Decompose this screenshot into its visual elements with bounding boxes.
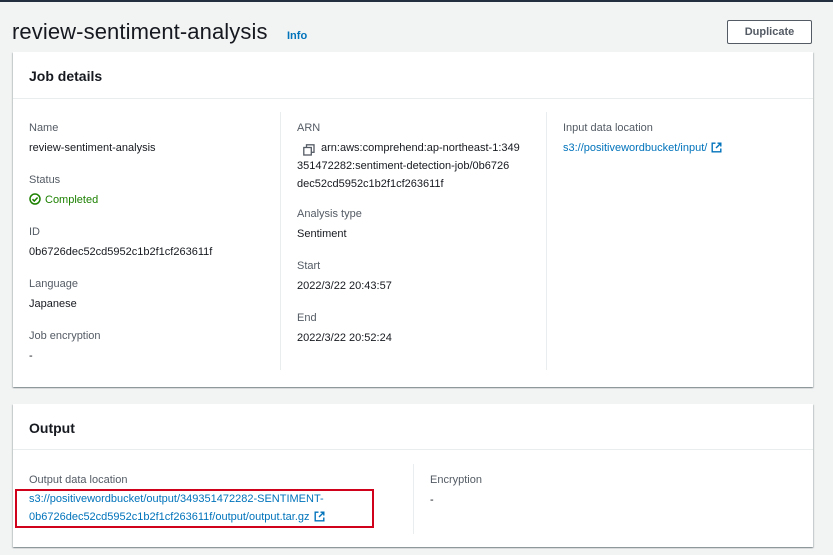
- output-header: Output: [13, 404, 813, 450]
- language-value: Japanese: [29, 298, 77, 310]
- page-title: review-sentiment-analysis: [12, 19, 268, 44]
- name-label: Name: [29, 122, 59, 134]
- start-value: 2022/3/22 20:43:57: [297, 280, 392, 292]
- column-divider-1: [280, 112, 281, 370]
- language-label: Language: [29, 278, 78, 290]
- analysis-type-value: Sentiment: [297, 228, 347, 240]
- end-label: End: [297, 312, 317, 324]
- external-link-icon: [711, 141, 722, 159]
- copy-icon: [303, 144, 315, 156]
- info-link[interactable]: Info: [287, 30, 307, 42]
- job-encryption-value: -: [29, 350, 33, 362]
- start-label: Start: [297, 260, 321, 272]
- copy-arn-button[interactable]: [303, 143, 315, 156]
- output-title: Output: [29, 420, 75, 436]
- job-details-card: Job details Name review-sentiment-analys…: [13, 52, 813, 387]
- end-value: 2022/3/22 20:52:24: [297, 332, 392, 344]
- duplicate-button[interactable]: Duplicate: [727, 20, 812, 44]
- top-navigation-bar: [0, 0, 833, 2]
- input-location-link[interactable]: s3://positivewordbucket/input/: [563, 139, 722, 159]
- id-label: ID: [29, 226, 40, 238]
- arn-line-3: dec52cd5952c1b2f1cf263611f: [297, 178, 444, 190]
- analysis-type-label: Analysis type: [297, 208, 362, 220]
- status-label: Status: [29, 174, 61, 186]
- arn-label: ARN: [297, 122, 321, 134]
- output-location-label: Output data location: [29, 474, 128, 486]
- job-details-header: Job details: [13, 52, 813, 99]
- job-encryption-label: Job encryption: [29, 330, 101, 342]
- column-divider-2: [546, 112, 547, 370]
- input-location-label: Input data location: [563, 122, 653, 134]
- job-details-title: Job details: [29, 68, 103, 84]
- status-text: Completed: [45, 194, 99, 206]
- name-value: review-sentiment-analysis: [29, 142, 156, 154]
- id-value: 0b6726dec52cd5952c1b2f1cf263611f: [29, 246, 213, 258]
- arn-line-1: arn:aws:comprehend:ap-northeast-1:349: [321, 142, 520, 154]
- highlight-box: [15, 489, 374, 528]
- status-success-icon: [29, 193, 41, 211]
- output-encryption-value: -: [430, 494, 434, 506]
- status-value: Completed: [29, 191, 98, 211]
- output-column-divider: [413, 464, 414, 534]
- output-encryption-label: Encryption: [430, 474, 482, 486]
- arn-line-2: 351472282:sentiment-detection-job/0b6726: [297, 160, 510, 172]
- input-location-text[interactable]: s3://positivewordbucket/input/: [563, 142, 707, 154]
